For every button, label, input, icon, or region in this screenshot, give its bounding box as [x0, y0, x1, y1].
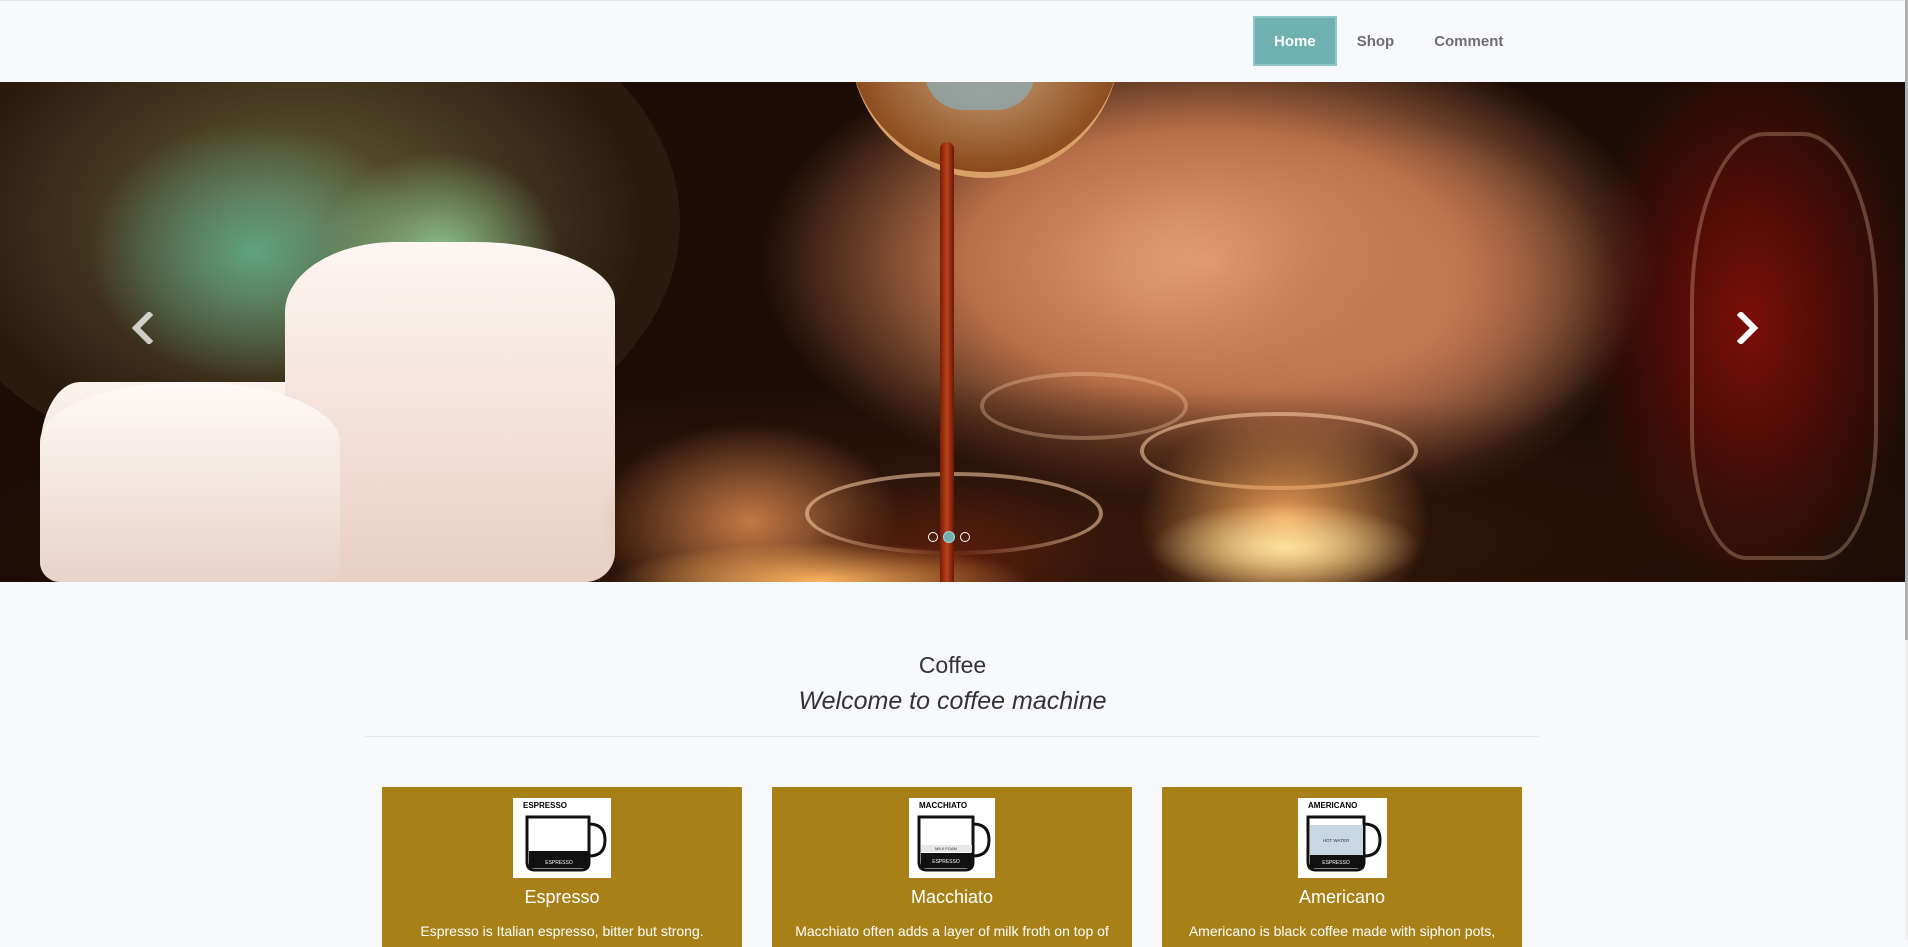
svg-text:MILK FOAM: MILK FOAM	[935, 846, 957, 851]
svg-text:HOT WATER: HOT WATER	[1322, 838, 1349, 843]
divider	[365, 736, 1539, 737]
nav-shop-link[interactable]: Shop	[1337, 16, 1415, 66]
hero-carousel	[0, 82, 1905, 582]
carousel-indicators	[928, 531, 970, 543]
card-description: Macchiato often adds a layer of milk fro…	[795, 923, 1109, 939]
carousel-indicator-1[interactable]	[928, 532, 938, 542]
carousel-indicator-3[interactable]	[960, 532, 970, 542]
nav-comment-link[interactable]: Comment	[1414, 16, 1523, 66]
carousel-indicator-2[interactable]	[943, 531, 955, 543]
macchiato-cup-image: MACCHIATO MILK FOAM ESPRESSO	[909, 798, 995, 878]
navbar: Home Shop Comment	[0, 0, 1908, 82]
image-caption: ESPRESSO	[523, 801, 567, 810]
card-title: Macchiato	[910, 887, 994, 907]
product-card-espresso[interactable]: ESPRESSO ESPRESSO Espresso Espresso is I…	[382, 787, 742, 947]
image-caption: MACCHIATO	[919, 801, 967, 810]
card-title: Espresso	[524, 887, 600, 907]
section-heading: Coffee Welcome to coffee machine	[0, 648, 1905, 720]
product-card-macchiato[interactable]: MACCHIATO MILK FOAM ESPRESSO Macchiato M…	[772, 787, 1132, 947]
page-title: Coffee	[918, 652, 987, 678]
nav-home-link[interactable]: Home	[1253, 16, 1337, 66]
svg-text:ESPRESSO: ESPRESSO	[932, 859, 960, 865]
svg-text:ESPRESSO: ESPRESSO	[1322, 860, 1350, 866]
americano-cup-image: AMERICANO HOT WATER ESPRESSO	[1297, 798, 1387, 878]
card-description: Americano is black coffee made with siph…	[1188, 923, 1496, 939]
page-subtitle: Welcome to coffee machine	[798, 687, 1107, 715]
carousel-next-button[interactable]	[1728, 308, 1768, 348]
espresso-cup-image: ESPRESSO ESPRESSO	[513, 798, 611, 878]
carousel-slide-image	[0, 82, 1905, 582]
nav-list: Home Shop Comment	[1253, 16, 1523, 66]
carousel-prev-button[interactable]	[122, 308, 162, 348]
product-card-americano[interactable]: AMERICANO HOT WATER ESPRESSO Americano A…	[1162, 787, 1522, 947]
card-title: Americano	[1298, 887, 1386, 907]
chevron-left-icon	[131, 312, 154, 344]
image-caption: AMERICANO	[1308, 801, 1357, 810]
card-description: Espresso is Italian espresso, bitter but…	[420, 923, 704, 939]
svg-text:ESPRESSO: ESPRESSO	[545, 860, 573, 866]
chevron-right-icon	[1736, 312, 1759, 344]
